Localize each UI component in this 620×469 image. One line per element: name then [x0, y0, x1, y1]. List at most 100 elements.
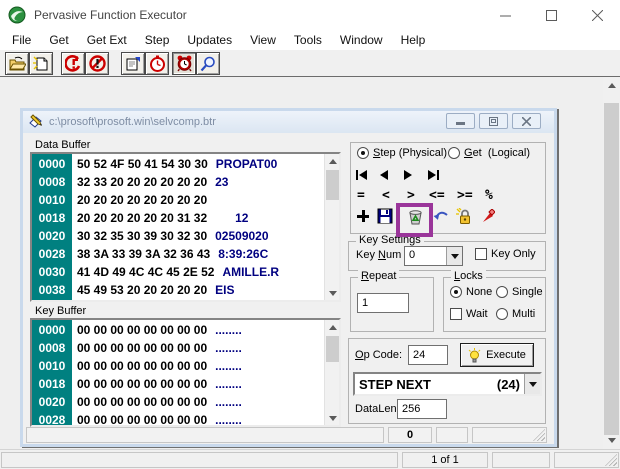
scroll-down-icon[interactable] [325, 411, 340, 425]
maximize-button[interactable] [528, 0, 574, 30]
save-button[interactable] [376, 207, 394, 225]
hex-row[interactable]: 000000 00 00 00 00 00 00 00........ [32, 321, 324, 339]
repeat-input[interactable] [357, 293, 409, 313]
hex-address: 0018 [32, 375, 72, 393]
scroll-up-icon[interactable] [325, 320, 340, 334]
hex-row[interactable]: 000050 52 4F 50 41 54 30 30PROPAT00 [32, 155, 324, 173]
radio-icon[interactable] [357, 147, 369, 159]
checkbox-icon[interactable] [475, 248, 487, 260]
stopwatch-button[interactable] [145, 52, 169, 75]
resize-grip[interactable] [605, 454, 617, 466]
lock-wait-checkbox[interactable]: Wait [450, 308, 488, 320]
menu-get-ext[interactable]: Get Ext [78, 31, 136, 49]
radio-icon[interactable] [496, 308, 508, 320]
op-less-button[interactable]: < [382, 188, 390, 203]
dropdown-arrow-icon[interactable] [446, 247, 462, 265]
dropdown-arrow-icon[interactable] [524, 374, 540, 394]
hex-address: 0028 [32, 411, 72, 427]
menu-updates[interactable]: Updates [178, 31, 241, 49]
hex-row[interactable]: 001020 20 20 20 20 20 20 20 [32, 191, 324, 209]
open-file-button[interactable] [5, 52, 29, 75]
reset-button[interactable] [61, 52, 85, 75]
key-buffer-scrollbar[interactable] [324, 320, 339, 425]
menu-file[interactable]: File [3, 31, 40, 49]
undo-button[interactable] [432, 207, 450, 225]
close-button[interactable] [574, 0, 620, 30]
child-title-bar[interactable]: c:\prosoft\prosoft.win\selvcomp.btr [23, 111, 554, 133]
get-logical-radio[interactable]: Get (Logical) [448, 147, 530, 159]
menu-get[interactable]: Get [40, 31, 77, 49]
op-less-equal-button[interactable]: <= [429, 188, 445, 203]
hex-bytes: 38 3A 33 39 3A 32 36 43 [77, 245, 210, 263]
menu-tools[interactable]: Tools [285, 31, 331, 49]
op-greater-equal-button[interactable]: >= [457, 188, 473, 203]
menu-window[interactable]: Window [331, 31, 392, 49]
menu-view[interactable]: View [241, 31, 285, 49]
drop-button[interactable] [479, 207, 497, 225]
lock-button[interactable] [455, 207, 473, 225]
lock-single-radio[interactable]: Single [496, 286, 543, 298]
highlight-box [396, 203, 433, 237]
last-record-button[interactable] [428, 170, 439, 180]
clear-button[interactable] [85, 52, 109, 75]
resize-grip[interactable] [533, 429, 545, 441]
properties-button[interactable] [121, 52, 145, 75]
checkbox-icon[interactable] [450, 308, 462, 320]
previous-record-button[interactable] [380, 170, 388, 180]
data-buffer-scrollbar[interactable] [324, 154, 339, 300]
child-close-button[interactable] [512, 113, 541, 129]
radio-icon[interactable] [450, 286, 462, 298]
scrollbar-thumb[interactable] [326, 170, 339, 200]
record-count-panel: 0 [388, 427, 432, 443]
op-equal-button[interactable]: = [357, 188, 365, 203]
ascii-text: 8:39:26C [218, 245, 268, 263]
scroll-up-icon[interactable] [603, 77, 620, 94]
child-restore-button[interactable] [479, 113, 508, 129]
op-code-input[interactable] [408, 345, 448, 365]
radio-icon[interactable] [496, 286, 508, 298]
scrollbar-thumb[interactable] [326, 336, 339, 362]
child-minimize-button[interactable] [446, 113, 475, 129]
hex-row[interactable]: 000800 00 00 00 00 00 00 00........ [32, 339, 324, 357]
op-percent-button[interactable]: % [485, 188, 493, 203]
datalen-input[interactable] [397, 399, 447, 419]
magnifier-button[interactable] [196, 52, 220, 75]
radio-icon[interactable] [448, 147, 460, 159]
mdi-scrollbar[interactable] [603, 77, 620, 449]
maximize-icon [546, 10, 557, 21]
key-only-checkbox[interactable]: Key Only [475, 248, 536, 260]
alarm-clock-button[interactable] [172, 52, 196, 75]
minimize-button[interactable] [482, 0, 528, 30]
menu-step[interactable]: Step [136, 31, 179, 49]
hex-row[interactable]: 002800 00 00 00 00 00 00 00........ [32, 411, 324, 427]
key-buffer-panel[interactable]: 000000 00 00 00 00 00 00 00........00080… [30, 318, 341, 427]
menu-help[interactable]: Help [392, 31, 435, 49]
hex-row[interactable]: 002030 32 35 30 39 30 32 3002509020 [32, 227, 324, 245]
scroll-down-icon[interactable] [603, 432, 620, 449]
scroll-up-icon[interactable] [325, 154, 340, 168]
hex-row[interactable]: 002838 3A 33 39 3A 32 36 438:39:26C [32, 245, 324, 263]
step-physical-radio[interactable]: Step (Physical) [357, 147, 447, 159]
hex-row[interactable]: 003845 49 53 20 20 20 20 20EIS [32, 281, 324, 299]
mdi-scrollbar-thumb[interactable] [604, 103, 619, 435]
function-select[interactable]: STEP NEXT (24) [353, 372, 542, 396]
hex-row[interactable]: 002000 00 00 00 00 00 00 00........ [32, 393, 324, 411]
repeat-label: Repeat [358, 270, 399, 282]
hex-row[interactable]: 000832 33 20 20 20 20 20 2023 [32, 173, 324, 191]
lock-none-radio[interactable]: None [450, 286, 492, 298]
data-buffer-panel[interactable]: 000050 52 4F 50 41 54 30 30PROPAT0000083… [30, 152, 341, 302]
lock-multi-radio[interactable]: Multi [496, 308, 535, 320]
hex-row[interactable]: 001820 20 20 20 20 20 31 32 12 [32, 209, 324, 227]
hex-row[interactable]: 001000 00 00 00 00 00 00 00........ [32, 357, 324, 375]
child-body: Data Buffer 000050 52 4F 50 41 54 30 30P… [23, 133, 554, 444]
hex-row[interactable]: 001800 00 00 00 00 00 00 00........ [32, 375, 324, 393]
op-greater-button[interactable]: > [407, 188, 415, 203]
hex-row[interactable]: 003041 4D 49 4C 4C 45 2E 52AMILLE.R [32, 263, 324, 281]
next-record-button[interactable] [404, 170, 412, 180]
first-record-button[interactable] [356, 170, 367, 180]
key-num-select[interactable]: 0 [404, 246, 463, 266]
new-file-button[interactable] [29, 52, 53, 75]
scroll-down-icon[interactable] [325, 286, 340, 300]
insert-button[interactable] [354, 207, 372, 225]
execute-button[interactable]: Execute [460, 343, 534, 367]
